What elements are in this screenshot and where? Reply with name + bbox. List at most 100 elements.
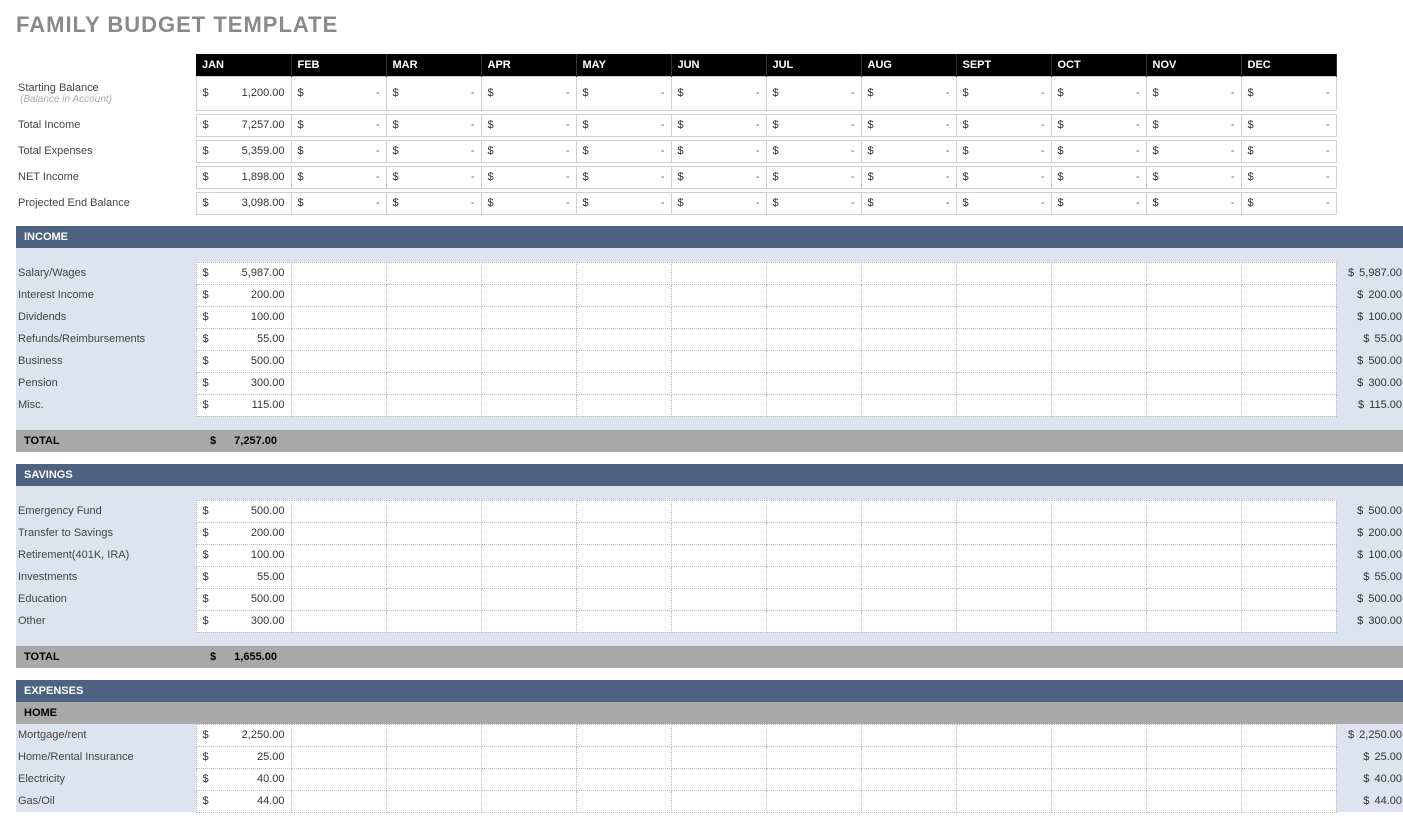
money-cell[interactable]	[386, 394, 481, 416]
money-cell[interactable]	[956, 724, 1051, 746]
money-cell[interactable]	[1241, 350, 1336, 372]
money-cell[interactable]	[671, 306, 766, 328]
money-cell[interactable]	[386, 768, 481, 790]
money-cell[interactable]	[386, 284, 481, 306]
money-cell[interactable]	[576, 746, 671, 768]
money-cell[interactable]	[861, 544, 956, 566]
money-cell[interactable]	[576, 500, 671, 522]
money-cell[interactable]	[1241, 768, 1336, 790]
money-cell[interactable]	[671, 746, 766, 768]
money-cell[interactable]	[671, 262, 766, 284]
money-cell[interactable]	[861, 610, 956, 632]
money-cell[interactable]: $-	[291, 76, 386, 110]
money-cell[interactable]: $-	[1146, 166, 1241, 188]
money-cell[interactable]: $-	[956, 140, 1051, 162]
money-cell[interactable]	[386, 262, 481, 284]
money-cell[interactable]	[1241, 790, 1336, 812]
money-cell[interactable]	[1051, 500, 1146, 522]
money-cell[interactable]	[861, 500, 956, 522]
money-cell[interactable]	[1051, 746, 1146, 768]
money-cell[interactable]	[1241, 724, 1336, 746]
money-cell[interactable]	[1051, 724, 1146, 746]
money-cell[interactable]: $-	[481, 166, 576, 188]
money-cell[interactable]	[956, 372, 1051, 394]
money-cell[interactable]	[291, 746, 386, 768]
money-cell[interactable]: $-	[291, 140, 386, 162]
money-cell[interactable]: $-	[1146, 192, 1241, 214]
money-cell[interactable]: $5,987.00	[196, 262, 291, 284]
money-cell[interactable]	[291, 306, 386, 328]
money-cell[interactable]	[1051, 544, 1146, 566]
money-cell[interactable]	[671, 328, 766, 350]
money-cell[interactable]: $-	[1051, 76, 1146, 110]
money-cell[interactable]: $-	[576, 166, 671, 188]
money-cell[interactable]	[1146, 544, 1241, 566]
money-cell[interactable]: $-	[386, 192, 481, 214]
money-cell[interactable]: $-	[861, 76, 956, 110]
money-cell[interactable]	[481, 544, 576, 566]
money-cell[interactable]: $2,250.00	[196, 724, 291, 746]
money-cell[interactable]	[1051, 566, 1146, 588]
money-cell[interactable]	[576, 284, 671, 306]
money-cell[interactable]	[576, 328, 671, 350]
money-cell[interactable]: $-	[1241, 166, 1336, 188]
money-cell[interactable]	[1241, 262, 1336, 284]
money-cell[interactable]	[956, 284, 1051, 306]
money-cell[interactable]	[291, 328, 386, 350]
money-cell[interactable]	[861, 566, 956, 588]
money-cell[interactable]: $115.00	[196, 394, 291, 416]
money-cell[interactable]	[766, 544, 861, 566]
money-cell[interactable]	[291, 500, 386, 522]
money-cell[interactable]	[481, 724, 576, 746]
money-cell[interactable]: $300.00	[196, 372, 291, 394]
money-cell[interactable]	[1241, 544, 1336, 566]
money-cell[interactable]	[386, 328, 481, 350]
money-cell[interactable]	[671, 350, 766, 372]
money-cell[interactable]	[766, 350, 861, 372]
money-cell[interactable]	[1146, 724, 1241, 746]
money-cell[interactable]	[956, 588, 1051, 610]
money-cell[interactable]	[481, 768, 576, 790]
money-cell[interactable]	[576, 566, 671, 588]
money-cell[interactable]	[291, 284, 386, 306]
money-cell[interactable]	[1241, 394, 1336, 416]
money-cell[interactable]: $-	[386, 166, 481, 188]
money-cell[interactable]	[481, 500, 576, 522]
money-cell[interactable]	[291, 350, 386, 372]
money-cell[interactable]	[576, 394, 671, 416]
money-cell[interactable]	[1146, 306, 1241, 328]
money-cell[interactable]	[671, 372, 766, 394]
money-cell[interactable]	[1146, 262, 1241, 284]
money-cell[interactable]	[1051, 790, 1146, 812]
money-cell[interactable]	[1146, 284, 1241, 306]
money-cell[interactable]: $-	[1241, 76, 1336, 110]
money-cell[interactable]: $-	[766, 76, 861, 110]
money-cell[interactable]	[576, 522, 671, 544]
money-cell[interactable]	[766, 394, 861, 416]
money-cell[interactable]	[576, 372, 671, 394]
money-cell[interactable]	[1241, 328, 1336, 350]
money-cell[interactable]	[1241, 306, 1336, 328]
money-cell[interactable]: $-	[481, 140, 576, 162]
money-cell[interactable]	[576, 262, 671, 284]
money-cell[interactable]: $-	[1051, 166, 1146, 188]
money-cell[interactable]	[861, 588, 956, 610]
money-cell[interactable]	[386, 306, 481, 328]
money-cell[interactable]: $7,257.00	[196, 114, 291, 136]
money-cell[interactable]	[861, 306, 956, 328]
money-cell[interactable]	[766, 768, 861, 790]
money-cell[interactable]	[386, 350, 481, 372]
money-cell[interactable]: $100.00	[196, 306, 291, 328]
money-cell[interactable]	[766, 306, 861, 328]
money-cell[interactable]	[481, 284, 576, 306]
money-cell[interactable]	[576, 724, 671, 746]
money-cell[interactable]: $-	[1146, 76, 1241, 110]
money-cell[interactable]	[766, 500, 861, 522]
money-cell[interactable]	[671, 768, 766, 790]
money-cell[interactable]	[481, 350, 576, 372]
money-cell[interactable]	[671, 522, 766, 544]
money-cell[interactable]	[1146, 768, 1241, 790]
money-cell[interactable]	[1241, 372, 1336, 394]
money-cell[interactable]	[956, 306, 1051, 328]
money-cell[interactable]: $-	[481, 192, 576, 214]
